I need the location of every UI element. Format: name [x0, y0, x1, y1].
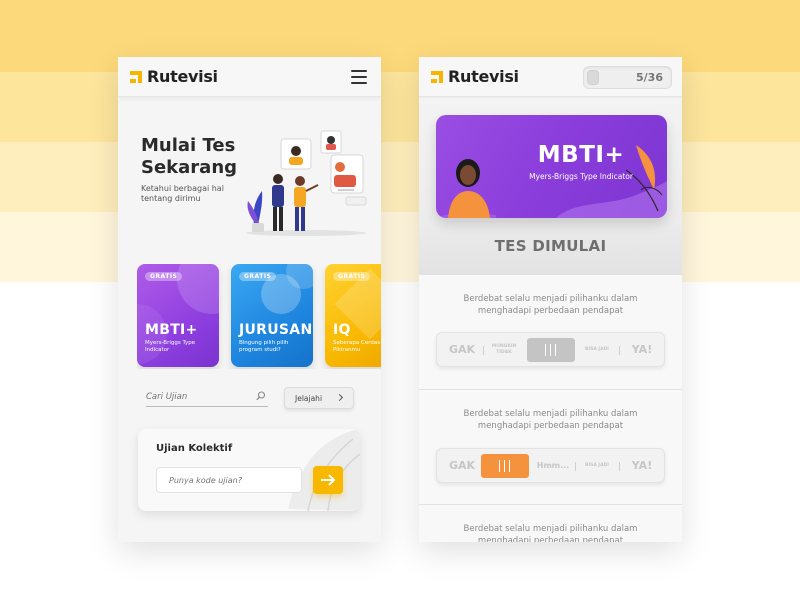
slider-handle[interactable]	[481, 454, 529, 478]
test-cards-carousel[interactable]: GRATIS MBTI+ Myers-Briggs Type Indicator…	[137, 264, 381, 369]
arrow-right-icon	[321, 474, 336, 486]
question-item: Berdebat selalu menjadi pilihanku dalam …	[419, 504, 682, 542]
submit-code-button[interactable]	[313, 466, 343, 494]
test-screen: Rutevisi 5/36 MBTI+ Myers-Briggs Type In…	[419, 57, 682, 542]
top-bar: Rutevisi 5/36	[419, 57, 682, 97]
divider	[619, 346, 620, 355]
banner-subtitle: Myers-Briggs Type Indicator	[529, 172, 633, 181]
hover-hint: Hmm...	[536, 461, 570, 470]
test-banner: MBTI+ Myers-Briggs Type Indicator	[436, 115, 667, 218]
progress-indicator: 5/36	[583, 66, 672, 89]
hamburger-menu-icon[interactable]	[351, 70, 367, 84]
collective-exam-title: Ujian Kolektif	[156, 443, 233, 454]
card-subtitle: Myers-Briggs Type Indicator	[145, 340, 196, 353]
question-text: Berdebat selalu menjadi pilihanku dalam …	[463, 524, 638, 542]
option-bisa-jadi[interactable]: BISA JADI	[577, 333, 617, 366]
option-mungkin-tidak[interactable]: MUNGKIN TIDAK	[485, 333, 523, 366]
question-item: Berdebat selalu menjadi pilihanku dalam …	[419, 389, 682, 504]
option-gak[interactable]: GAK	[441, 333, 483, 366]
search-box	[146, 387, 268, 407]
brand-logo[interactable]: Rutevisi	[130, 67, 218, 86]
search-icon[interactable]	[256, 391, 266, 401]
answer-scale[interactable]: GAK Hmm... BISA JADI YA!	[436, 448, 665, 483]
collective-exam-card: Ujian Kolektif	[138, 429, 360, 511]
answer-scale[interactable]: GAK MUNGKIN TIDAK BISA JADI YA!	[436, 332, 665, 367]
card-subtitle: Seberapa Cerdas Sih Pikiranmu	[333, 340, 381, 353]
test-status-label: TES DIMULAI	[494, 237, 607, 255]
banner-title: MBTI+	[537, 142, 625, 168]
hero-title: Mulai Tes Sekarang	[141, 135, 238, 178]
brand-name: Rutevisi	[448, 67, 519, 86]
option-bisa-jadi[interactable]: BISA JADI	[577, 449, 617, 482]
option-gak[interactable]: GAK	[441, 449, 483, 482]
free-badge: GRATIS	[239, 272, 277, 281]
free-badge: GRATIS	[145, 272, 183, 281]
card-mbti[interactable]: GRATIS MBTI+ Myers-Briggs Type Indicator	[137, 264, 219, 367]
logo-mark-icon	[431, 70, 443, 83]
card-subtitle: Bingung pilih pilih program studi?	[239, 340, 289, 353]
card-iq[interactable]: GRATIS IQ Seberapa Cerdas Sih Pikiranmu	[325, 264, 381, 367]
card-title: JURUSAN	[239, 322, 313, 338]
divider	[575, 462, 576, 471]
question-item: Berdebat selalu menjadi pilihanku dalam …	[419, 274, 682, 389]
home-screen: Rutevisi Mulai Tes Sekarang Ketahui berb…	[118, 57, 381, 542]
brand-logo[interactable]: Rutevisi	[431, 67, 519, 86]
hero-illustration	[246, 130, 367, 236]
explore-button[interactable]: Jelajahi	[284, 387, 354, 409]
search-input[interactable]	[146, 389, 251, 405]
explore-button-label: Jelajahi	[295, 393, 323, 403]
free-badge: GRATIS	[333, 272, 371, 281]
option-ya[interactable]: YA!	[621, 449, 663, 482]
hero-subtitle: Ketahui berbagai hal tentang dirimu	[141, 184, 224, 203]
card-decoration	[177, 264, 219, 314]
top-bar: Rutevisi	[118, 57, 381, 97]
progress-fill	[587, 70, 599, 85]
question-text: Berdebat selalu menjadi pilihanku dalam …	[463, 409, 638, 431]
option-ya[interactable]: YA!	[621, 333, 663, 366]
progress-label: 5/36	[636, 71, 663, 84]
chevron-right-icon	[335, 393, 344, 402]
question-text: Berdebat selalu menjadi pilihanku dalam …	[463, 294, 638, 316]
slider-handle[interactable]	[527, 338, 575, 362]
card-jurusan[interactable]: GRATIS JURUSAN Bingung pilih pilih progr…	[231, 264, 313, 367]
logo-mark-icon	[130, 70, 142, 83]
divider	[619, 462, 620, 471]
brand-name: Rutevisi	[147, 67, 218, 86]
card-title: MBTI+	[145, 322, 198, 338]
divider	[483, 346, 484, 355]
card-title: IQ	[333, 322, 351, 338]
exam-code-input[interactable]	[156, 467, 302, 493]
